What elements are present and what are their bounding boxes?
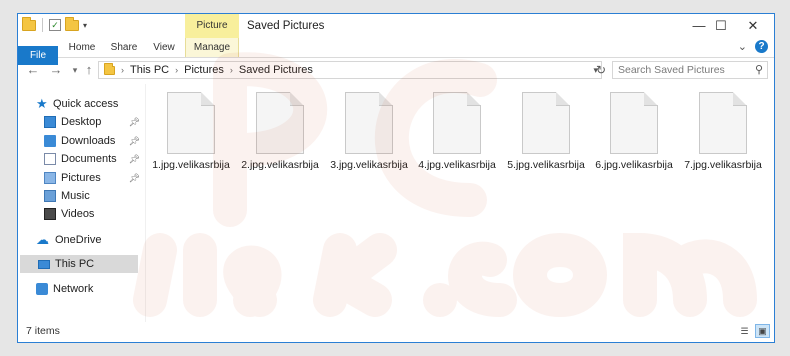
- picture-tools-group: Picture Tools: [185, 14, 239, 55]
- nav-item-label: Downloads: [61, 135, 116, 147]
- file-name: 5.jpg.velikasrbija: [507, 159, 585, 171]
- file-item[interactable]: 4.jpg.velikasrbija: [416, 92, 498, 171]
- nav-quick-access[interactable]: ★ Quick access: [36, 95, 142, 113]
- title-bar: ✓ ▾ Picture Tools Saved Pictures — ☐ ✕: [18, 14, 774, 55]
- file-name: 6.jpg.velikasrbija: [595, 159, 673, 171]
- file-name: 7.jpg.velikasrbija: [684, 159, 762, 171]
- refresh-icon[interactable]: ↻: [592, 61, 610, 79]
- pin-icon: 📌︎: [128, 153, 140, 164]
- file-item[interactable]: 2.jpg.velikasrbija: [239, 92, 321, 171]
- file-item[interactable]: 3.jpg.velikasrbija: [328, 92, 410, 171]
- documents-icon: [44, 153, 56, 165]
- navigation-pane: ★ Quick access Desktop 📌︎ Downloads 📌︎ D…: [18, 84, 144, 322]
- tab-share[interactable]: Share: [108, 38, 140, 57]
- tab-manage[interactable]: Manage: [185, 38, 239, 57]
- onedrive-cloud-icon: ☁: [36, 232, 49, 247]
- nav-item-label: Pictures: [61, 172, 101, 184]
- file-item[interactable]: 6.jpg.velikasrbija: [593, 92, 675, 171]
- downloads-icon: [44, 135, 56, 147]
- nav-item-label: Desktop: [61, 116, 102, 128]
- nav-onedrive[interactable]: ☁ OneDrive: [36, 231, 142, 249]
- blank-file-icon: [256, 92, 304, 154]
- nav-quick-access-label: Quick access: [53, 98, 119, 110]
- network-icon: [36, 283, 48, 295]
- nav-onedrive-label: OneDrive: [55, 234, 102, 246]
- navigation-bar: ← → ▾ ↑ › This PC › Pictures › Saved Pic…: [18, 58, 774, 82]
- blank-file-icon: [522, 92, 570, 154]
- desktop-icon: [44, 116, 56, 128]
- blank-file-icon: [345, 92, 393, 154]
- chevron-right-icon[interactable]: ›: [175, 65, 178, 75]
- breadcrumb-this-pc[interactable]: This PC: [130, 64, 169, 76]
- details-view-icon[interactable]: ☰: [737, 324, 752, 338]
- ribbon-right-controls: ⌄ ?: [738, 40, 768, 53]
- nav-network-label: Network: [53, 283, 94, 295]
- blank-file-icon: [167, 92, 215, 154]
- help-icon[interactable]: ?: [755, 40, 768, 53]
- search-icon: ⚲: [754, 64, 763, 76]
- quick-access-toolbar: ✓ ▾: [22, 16, 87, 32]
- chevron-right-icon[interactable]: ›: [230, 65, 233, 75]
- nav-item-documents[interactable]: Documents 📌︎: [44, 150, 142, 168]
- blank-file-icon: [699, 92, 747, 154]
- expand-ribbon-icon[interactable]: ⌄: [738, 40, 747, 53]
- nav-item-pictures[interactable]: Pictures 📌︎: [44, 169, 142, 187]
- blank-file-icon: [610, 92, 658, 154]
- file-item[interactable]: 5.jpg.velikasrbija: [505, 92, 587, 171]
- nav-item-videos[interactable]: Videos: [44, 205, 142, 223]
- explorer-window: ✓ ▾ Picture Tools Saved Pictures — ☐ ✕ F…: [17, 13, 775, 343]
- file-name: 1.jpg.velikasrbija: [152, 159, 230, 171]
- address-bar[interactable]: › This PC › Pictures › Saved Pictures ▾: [98, 61, 602, 79]
- computer-icon: [38, 259, 50, 269]
- search-input[interactable]: [618, 63, 746, 77]
- address-folder-icon: [104, 62, 115, 75]
- properties-icon[interactable]: ✓: [49, 19, 61, 31]
- search-box[interactable]: ⚲: [612, 61, 768, 79]
- videos-icon: [44, 208, 56, 220]
- file-name: 2.jpg.velikasrbija: [241, 159, 319, 171]
- qat-separator: [42, 18, 43, 32]
- new-folder-icon[interactable]: [65, 16, 79, 31]
- status-bar: 7 items ☰ ▣: [18, 322, 774, 342]
- star-icon: ★: [36, 96, 48, 111]
- file-name: 3.jpg.velikasrbija: [330, 159, 408, 171]
- qat-dropdown-icon[interactable]: ▾: [83, 21, 87, 30]
- chevron-right-icon[interactable]: ›: [121, 65, 124, 75]
- nav-network[interactable]: Network: [36, 280, 142, 298]
- nav-item-label: Music: [61, 190, 90, 202]
- breadcrumb-pictures[interactable]: Pictures: [184, 64, 224, 76]
- nav-item-label: Documents: [61, 153, 117, 165]
- large-icons-view-icon[interactable]: ▣: [755, 324, 770, 338]
- window-title: Saved Pictures: [247, 20, 325, 32]
- pin-icon: 📌︎: [128, 135, 140, 146]
- close-button[interactable]: ✕: [730, 14, 774, 38]
- nav-item-desktop[interactable]: Desktop 📌︎: [44, 113, 142, 131]
- file-item[interactable]: 7.jpg.velikasrbija: [682, 92, 764, 171]
- pin-icon: 📌︎: [128, 172, 140, 183]
- music-icon: [44, 190, 56, 202]
- item-count: 7 items: [26, 325, 60, 337]
- forward-icon[interactable]: →: [47, 58, 65, 82]
- nav-item-label: Videos: [61, 208, 95, 220]
- nav-item-downloads[interactable]: Downloads 📌︎: [44, 132, 142, 150]
- file-list: 1.jpg.velikasrbija 2.jpg.velikasrbija 3.…: [145, 84, 774, 322]
- nav-item-music[interactable]: Music: [44, 187, 142, 205]
- nav-this-pc-label: This PC: [55, 258, 95, 270]
- view-switcher: ☰ ▣: [737, 324, 770, 338]
- file-name: 4.jpg.velikasrbija: [418, 159, 496, 171]
- back-icon[interactable]: ←: [24, 58, 42, 82]
- file-item[interactable]: 1.jpg.velikasrbija: [150, 92, 232, 171]
- pin-icon: 📌︎: [128, 116, 140, 127]
- pictures-icon: [44, 172, 56, 184]
- ribbon-tabs: File Home Share View Manage ⌄ ?: [18, 38, 774, 65]
- blank-file-icon: [433, 92, 481, 154]
- tab-view[interactable]: View: [148, 38, 180, 57]
- up-icon[interactable]: ↑: [80, 58, 98, 82]
- nav-this-pc[interactable]: This PC: [20, 255, 138, 273]
- breadcrumb-saved-pictures[interactable]: Saved Pictures: [239, 64, 313, 76]
- folder-icon: [22, 16, 36, 31]
- tab-home[interactable]: Home: [65, 38, 99, 57]
